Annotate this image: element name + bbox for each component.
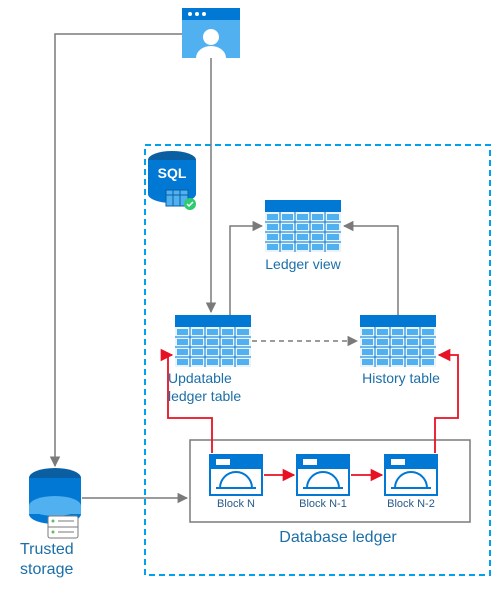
history-table-icon bbox=[360, 315, 436, 367]
block-n1-label: Block N-1 bbox=[297, 498, 349, 510]
svg-text:SQL: SQL bbox=[158, 165, 187, 181]
arrow-user-to-trusted bbox=[55, 34, 182, 466]
user-browser-icon bbox=[182, 8, 240, 58]
block-n-label: Block N bbox=[210, 498, 262, 510]
sql-database-icon: SQL bbox=[148, 151, 196, 210]
block-n-icon bbox=[210, 455, 262, 495]
ledger-view-label: Ledger view bbox=[263, 256, 343, 274]
trusted-storage-icon bbox=[29, 468, 81, 538]
arrow-history-to-ledgerview bbox=[344, 226, 398, 315]
updatable-ledger-table-label: Updatableledger table bbox=[168, 370, 256, 405]
database-ledger-label: Database ledger bbox=[258, 528, 418, 548]
arrow-updatable-to-ledgerview bbox=[230, 226, 262, 315]
block-n2-icon bbox=[385, 455, 437, 495]
trusted-storage-label: Trustedstorage bbox=[20, 540, 90, 580]
ledger-view-table-icon bbox=[265, 200, 341, 252]
block-n1-icon bbox=[297, 455, 349, 495]
updatable-ledger-table-icon bbox=[175, 315, 251, 367]
block-n2-label: Block N-2 bbox=[385, 498, 437, 510]
history-table-label: History table bbox=[356, 370, 446, 388]
